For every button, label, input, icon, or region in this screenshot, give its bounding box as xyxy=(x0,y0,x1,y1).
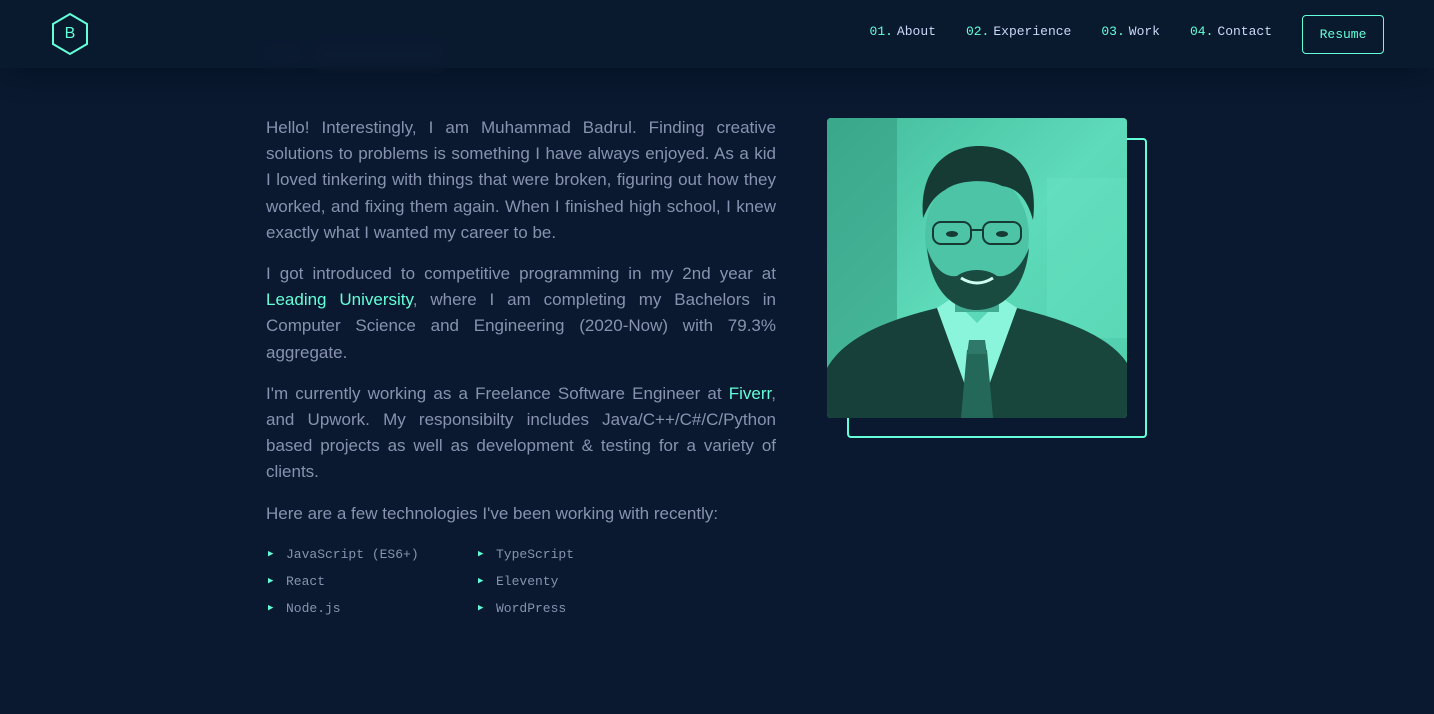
skill-label: WordPress xyxy=(496,601,567,616)
nav-label: Work xyxy=(1128,24,1160,39)
nav-link-contact[interactable]: 04. Contact xyxy=(1190,24,1272,39)
nav-number: 03. xyxy=(1101,24,1125,39)
logo-hexagon-icon[interactable]: B xyxy=(50,12,90,56)
nav-label: Contact xyxy=(1217,24,1272,39)
skill-label: React xyxy=(286,574,326,589)
skill-item: ▶ WordPress xyxy=(476,599,686,618)
main-nav: 01. About 02. Experience 03. Work 04. Contac… xyxy=(870,24,1272,39)
fiverr-link[interactable]: Fiverr xyxy=(729,384,772,403)
triangle-bullet-icon: ▶ xyxy=(478,549,484,559)
skill-item: ▶ TypeScript xyxy=(476,545,686,564)
profile-photo[interactable] xyxy=(827,118,1127,418)
about-paragraph-work: I'm currently working as a Freelance Sof… xyxy=(266,381,776,486)
nav-number: 04. xyxy=(1189,24,1214,39)
about-paragraph-intro: Hello! Interestingly, I am Muhammad Badr… xyxy=(266,118,776,242)
skills-list: ▶ JavaScript (ES6+) ▶ TypeScript ▶ React ▶ E… xyxy=(266,545,686,618)
university-link[interactable]: Leading University xyxy=(266,290,413,309)
about-text: Hello! Interestingly, I am Muhammad Badr… xyxy=(266,115,776,542)
triangle-bullet-icon: ▶ xyxy=(268,576,274,586)
paragraph-text: I'm currently working as a Freelance Sof… xyxy=(266,383,729,403)
resume-button[interactable]: Resume xyxy=(1302,15,1384,54)
nav-number: 02. xyxy=(965,24,990,39)
paragraph-text: I got introduced to competitive programm… xyxy=(266,264,776,284)
site-header: B 01. About 02. Experience 03. Work 04. Cont… xyxy=(0,0,1434,68)
skill-label: Node.js xyxy=(286,601,341,616)
skill-label: JavaScript (ES6+) xyxy=(286,547,419,562)
triangle-bullet-icon: ▶ xyxy=(268,603,274,613)
triangle-bullet-icon: ▶ xyxy=(478,576,484,586)
logo-letter: B xyxy=(64,25,76,42)
about-paragraph-technologies: Here are a few technologies I've been wo… xyxy=(266,503,719,523)
nav-number: 01. xyxy=(869,24,893,39)
skill-item: ▶ JavaScript (ES6+) xyxy=(266,545,476,564)
skill-item: ▶ React xyxy=(266,572,476,591)
skill-label: TypeScript xyxy=(496,547,575,562)
nav-label: About xyxy=(896,24,936,39)
about-paragraph-education: I got introduced to competitive programm… xyxy=(266,261,776,366)
nav-link-about[interactable]: 01. About xyxy=(870,24,936,39)
skill-label: Eleventy xyxy=(496,574,559,589)
skill-item: ▶ Eleventy xyxy=(476,572,686,591)
nav-link-experience[interactable]: 02. Experience xyxy=(966,24,1071,39)
skill-item: ▶ Node.js xyxy=(266,599,476,618)
nav-label: Experience xyxy=(993,24,1072,39)
nav-link-work[interactable]: 03. Work xyxy=(1101,24,1160,39)
triangle-bullet-icon: ▶ xyxy=(478,603,484,613)
triangle-bullet-icon: ▶ xyxy=(268,549,274,559)
